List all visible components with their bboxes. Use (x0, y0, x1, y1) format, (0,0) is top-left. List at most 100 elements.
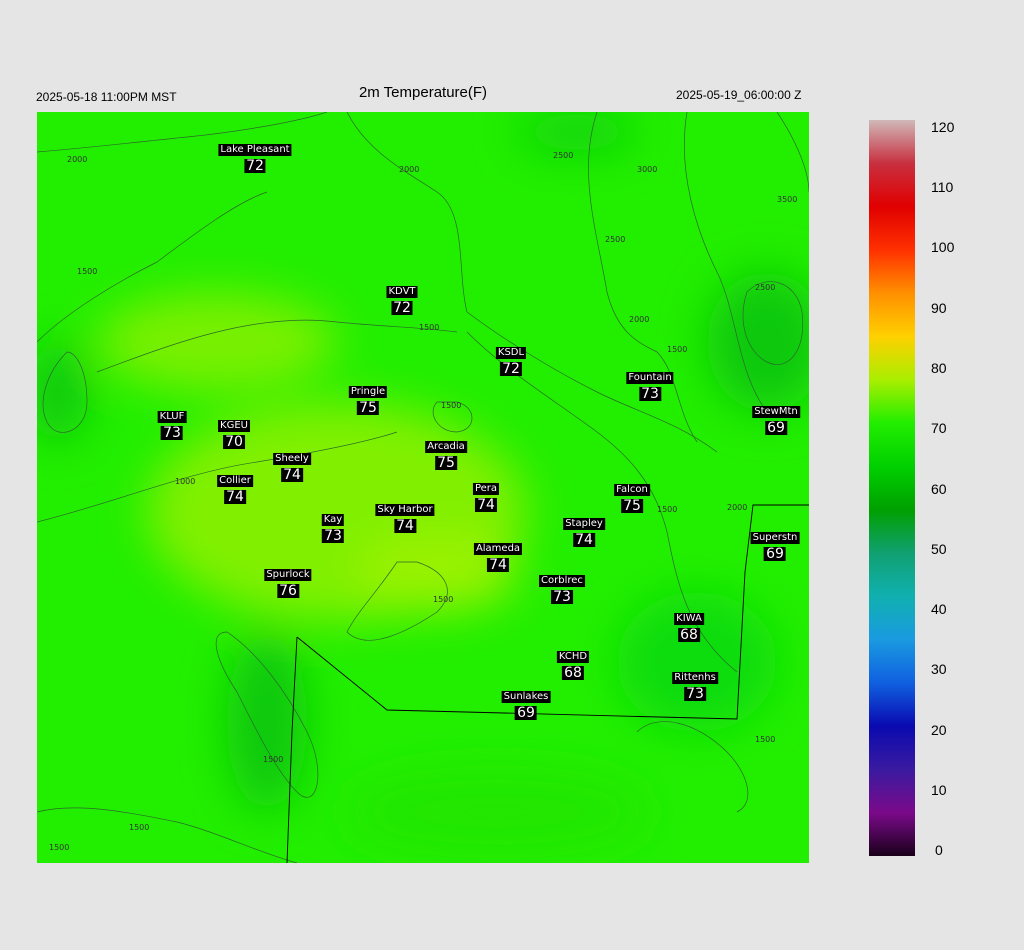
contour-label: 2000 (67, 155, 87, 164)
station-marker[interactable]: Lake Pleasant 72 (218, 140, 292, 174)
contour-label: 3000 (637, 165, 657, 174)
station-marker[interactable]: Corblrec 73 (539, 571, 585, 605)
station-temperature: 69 (515, 705, 537, 721)
station-marker[interactable]: Collier 74 (217, 471, 253, 505)
contour-label: 2500 (553, 151, 573, 160)
station-temperature: 74 (475, 497, 497, 513)
colorbar-tick: 100 (931, 239, 955, 255)
station-temperature: 73 (551, 589, 573, 605)
station-name: Fountain (626, 372, 674, 384)
station-name: KIWA (674, 613, 704, 625)
station-temperature: 69 (765, 420, 787, 436)
station-marker[interactable]: KGEU 70 (218, 416, 250, 450)
station-name: Alameda (473, 543, 523, 555)
contour-label: 1500 (755, 735, 775, 744)
station-name: KGEU (218, 420, 250, 432)
station-name: Spurlock (264, 569, 312, 581)
station-marker[interactable]: Fountain 73 (626, 368, 674, 402)
station-temperature: 76 (277, 583, 299, 599)
colorbar-tick: 50 (931, 541, 947, 557)
station-name: Sheely (273, 453, 311, 465)
contour-label: 2500 (755, 283, 775, 292)
station-temperature: 73 (322, 528, 344, 544)
station-name: Arcadia (425, 441, 467, 453)
station-name: Stapley (563, 518, 605, 530)
temperature-shading (37, 112, 809, 852)
station-temperature: 72 (500, 361, 522, 377)
station-name: KLUF (157, 411, 187, 423)
station-marker[interactable]: KSDL 72 (495, 343, 527, 377)
station-name: Falcon (614, 484, 650, 496)
temperature-map[interactable]: 2000 2000 2500 3000 3500 2500 2500 2000 … (37, 112, 809, 863)
station-name: StewMtn (752, 406, 800, 418)
station-temperature: 72 (391, 300, 413, 316)
station-temperature: 73 (639, 386, 661, 402)
station-temperature: 70 (223, 434, 245, 450)
station-temperature: 74 (281, 467, 303, 483)
colorbar-tick: 90 (931, 300, 947, 316)
station-temperature: 68 (562, 665, 584, 681)
colorbar-tick: 20 (931, 722, 947, 738)
contour-label: 1500 (77, 267, 97, 276)
station-marker[interactable]: Rittenhs 73 (672, 668, 718, 702)
colorbar-tick: 110 (931, 179, 954, 195)
station-marker[interactable]: Pera 74 (472, 479, 500, 513)
station-marker[interactable]: Sky Harbor 74 (375, 500, 435, 534)
station-marker[interactable]: Kay 73 (321, 510, 345, 544)
station-name: Kay (321, 514, 345, 526)
station-marker[interactable]: KIWA 68 (674, 609, 704, 643)
station-name: Superstn (750, 532, 800, 544)
contour-label: 1500 (433, 595, 453, 604)
colorbar-tick: 80 (931, 360, 947, 376)
contour-label: 1000 (175, 477, 195, 486)
station-name: KSDL (495, 347, 527, 359)
colorbar-tick: 60 (931, 481, 947, 497)
station-name: Sunlakes (501, 691, 551, 703)
station-marker[interactable]: StewMtn 69 (752, 402, 800, 436)
station-marker[interactable]: Sheely 74 (273, 449, 311, 483)
station-marker[interactable]: Alameda 74 (473, 539, 523, 573)
station-temperature: 69 (764, 546, 786, 562)
colorbar-tick: 70 (931, 420, 947, 436)
station-marker[interactable]: Falcon 75 (614, 480, 650, 514)
station-name: Collier (217, 475, 253, 487)
station-temperature: 72 (244, 158, 266, 174)
station-temperature: 75 (435, 455, 457, 471)
station-marker[interactable]: Arcadia 75 (425, 437, 467, 471)
colorbar-tick: 120 (931, 119, 955, 135)
contour-label: 2000 (727, 503, 747, 512)
station-marker[interactable]: Stapley 74 (563, 514, 605, 548)
station-temperature: 73 (684, 686, 706, 702)
contour-label: 3500 (777, 195, 797, 204)
contour-label: 2000 (399, 165, 419, 174)
station-temperature: 73 (161, 425, 183, 441)
contour-label: 1500 (129, 823, 149, 832)
station-marker[interactable]: Sunlakes 69 (501, 687, 551, 721)
colorbar-tick: 40 (931, 601, 947, 617)
station-temperature: 75 (357, 400, 379, 416)
station-name: KDVT (386, 286, 418, 298)
station-marker[interactable]: KCHD 68 (556, 647, 590, 681)
contour-label: 1500 (657, 505, 677, 514)
colorbar-tick: 30 (931, 661, 947, 677)
station-marker[interactable]: Superstn 69 (750, 528, 800, 562)
temperature-colorbar (869, 120, 915, 856)
station-name: Rittenhs (672, 672, 718, 684)
station-name: Sky Harbor (375, 504, 435, 516)
station-name: Lake Pleasant (218, 144, 292, 156)
station-temperature: 68 (678, 627, 700, 643)
station-name: Pera (472, 483, 500, 495)
contour-label: 1500 (441, 401, 461, 410)
contour-label: 2500 (605, 235, 625, 244)
colorbar-tick: 10 (931, 782, 947, 798)
station-temperature: 74 (394, 518, 416, 534)
station-temperature: 75 (621, 498, 643, 514)
station-marker[interactable]: KLUF 73 (157, 407, 187, 441)
station-temperature: 74 (224, 489, 246, 505)
station-marker[interactable]: KDVT 72 (386, 282, 418, 316)
station-marker[interactable]: Spurlock 76 (264, 565, 312, 599)
contour-label: 2000 (629, 315, 649, 324)
contour-label: 1500 (263, 755, 283, 764)
station-marker[interactable]: Pringle 75 (348, 382, 388, 416)
station-name: KCHD (556, 651, 590, 663)
